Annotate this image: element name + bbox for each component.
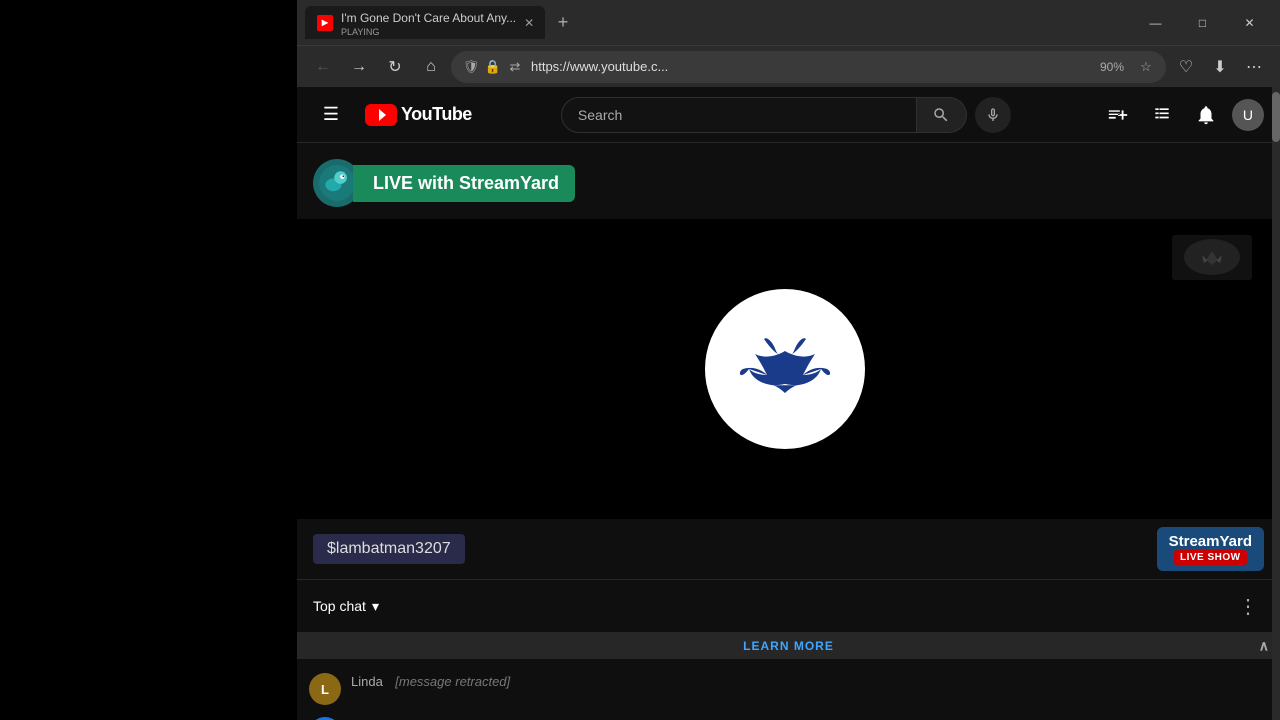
channel-bar: $lambatman3207 StreamYard LIVE SHOW (297, 519, 1280, 579)
home-button[interactable]: ⌂ (415, 51, 447, 83)
chat-header: Top chat ▾ ⋮ (297, 580, 1280, 633)
youtube-header: ☰ YouTube Search (297, 87, 1280, 143)
chat-section: Top chat ▾ ⋮ LEARN MORE ∧ L Linda (297, 579, 1280, 720)
browser-tab[interactable]: ▶ I'm Gone Don't Care About Any... PLAYI… (305, 6, 545, 39)
apps-button[interactable] (1144, 97, 1180, 133)
top-chat-label: Top chat (313, 598, 366, 614)
address-icons: 🛡 🔒 ⇄ (463, 59, 523, 75)
chevron-down-icon: ▾ (372, 598, 379, 615)
back-button[interactable]: ← (307, 51, 339, 83)
content-area: ☰ YouTube Search (297, 87, 1280, 720)
search-button[interactable] (917, 97, 967, 133)
youtube-logo-icon (365, 104, 397, 126)
url-text: https://www.youtube.c... (531, 59, 1086, 74)
chat-retracted-message: [message retracted] (395, 674, 510, 689)
refresh-button[interactable]: ↻ (379, 51, 411, 83)
zoom-level[interactable]: 90% (1094, 58, 1130, 76)
scrollbar-thumb[interactable] (1272, 92, 1280, 142)
lock-icon: 🔒 (485, 59, 501, 75)
youtube-logo-text: YouTube (401, 104, 472, 125)
chat-more-button[interactable]: ⋮ (1232, 590, 1264, 622)
batman-logo (705, 289, 865, 449)
downloads-icon[interactable]: ⬇ (1204, 51, 1236, 83)
tab-favicon: ▶ (317, 15, 333, 31)
search-bar[interactable]: Search (561, 97, 917, 133)
mini-thumbnail (1172, 235, 1252, 280)
window-controls: — □ ✕ (1133, 8, 1272, 38)
forward-button[interactable]: → (343, 51, 375, 83)
chat-messages: L Linda [message retracted] S Skee Sloan… (297, 659, 1280, 720)
chat-message: L Linda [message retracted] (309, 667, 1268, 711)
main-content: LIVE with StreamYard (297, 143, 1280, 720)
create-button[interactable] (1100, 97, 1136, 133)
channel-name[interactable]: $lambatman3207 (313, 534, 465, 564)
streamyard-name: StreamYard (1169, 533, 1252, 550)
streamyard-badge: StreamYard LIVE SHOW (1157, 527, 1264, 571)
minimize-button[interactable]: — (1133, 8, 1178, 38)
bookmark-icon[interactable]: ☆ (1138, 59, 1154, 75)
bookmarks-icon[interactable]: ♡ (1170, 51, 1202, 83)
browser-window: ▶ I'm Gone Don't Care About Any... PLAYI… (297, 0, 1280, 720)
chat-username-linda: Linda (351, 674, 383, 689)
tab-title-container: I'm Gone Don't Care About Any... PLAYING (341, 9, 516, 37)
live-show-badge: LIVE SHOW (1174, 550, 1247, 565)
maximize-button[interactable]: □ (1180, 8, 1225, 38)
nav-bar: ← → ↻ ⌂ 🛡 🔒 ⇄ https://www.youtube.c... 9… (297, 45, 1280, 87)
vertical-scrollbar[interactable] (1272, 87, 1280, 720)
live-banner[interactable]: LIVE with StreamYard (313, 159, 583, 207)
search-container: Search (561, 97, 1011, 133)
user-avatar-linda: L (309, 673, 341, 705)
youtube-logo[interactable]: YouTube (365, 104, 472, 126)
title-bar: ▶ I'm Gone Don't Care About Any... PLAYI… (297, 0, 1280, 45)
notifications-button[interactable] (1188, 97, 1224, 133)
tab-status: PLAYING (341, 27, 516, 37)
learn-more-bar[interactable]: LEARN MORE ∧ (297, 633, 1280, 659)
learn-more-text: LEARN MORE (743, 639, 834, 653)
video-container (297, 219, 1272, 519)
top-chat-selector[interactable]: Top chat ▾ (313, 598, 379, 615)
more-tools-icon[interactable]: ⋯ (1238, 51, 1270, 83)
toolbar-icons: ♡ ⬇ ⋯ (1170, 51, 1270, 83)
user-avatar[interactable]: U (1232, 99, 1264, 131)
address-bar[interactable]: 🛡 🔒 ⇄ https://www.youtube.c... 90% ☆ (451, 51, 1166, 83)
live-banner-text: LIVE with StreamYard (353, 165, 575, 202)
shield-icon: 🛡 (463, 59, 479, 75)
message-content-linda: Linda [message retracted] (351, 673, 1268, 691)
chat-message: S Skee Sloan Must be over. The viewers a… (309, 711, 1268, 720)
voice-search-button[interactable] (975, 97, 1011, 133)
collapse-button[interactable]: ∧ (1259, 638, 1270, 655)
hamburger-menu[interactable]: ☰ (313, 97, 349, 133)
connection-icon: ⇄ (507, 59, 523, 75)
tab-close-button[interactable]: ✕ (524, 15, 534, 31)
search-placeholder: Search (578, 107, 622, 123)
header-actions: U (1100, 97, 1264, 133)
close-button[interactable]: ✕ (1227, 8, 1272, 38)
new-tab-button[interactable]: + (549, 9, 577, 37)
tab-title: I'm Gone Don't Care About Any... (341, 11, 516, 25)
